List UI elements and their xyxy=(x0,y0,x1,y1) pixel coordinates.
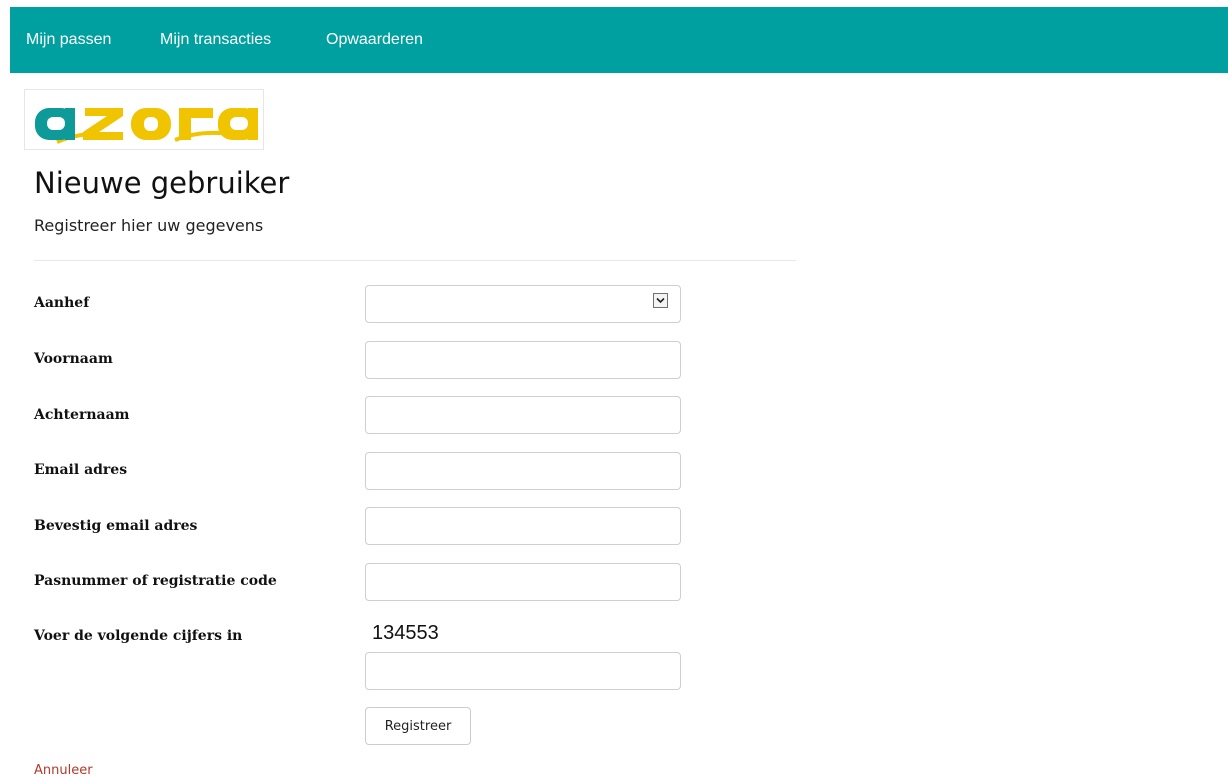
card-number-label: Pasnummer of registratie code xyxy=(34,573,277,589)
first-name-label: Voornaam xyxy=(34,351,113,367)
page: Mijn passen Mijn transacties Opwaarderen… xyxy=(0,0,1228,778)
page-title: Nieuwe gebruiker xyxy=(34,166,290,200)
salutation-select[interactable] xyxy=(365,285,681,323)
email-input[interactable] xyxy=(365,452,681,490)
email-confirm-label: Bevestig email adres xyxy=(34,518,198,534)
captcha-code: 134553 xyxy=(372,622,439,644)
salutation-label: Aanhef xyxy=(34,295,90,311)
page-subtitle: Registreer hier uw gegevens xyxy=(34,216,264,235)
nav-item-opwaarderen[interactable]: Opwaarderen xyxy=(326,31,423,49)
register-button[interactable]: Registreer xyxy=(365,707,471,745)
last-name-label: Achternaam xyxy=(34,407,130,423)
last-name-input[interactable] xyxy=(365,396,681,434)
cancel-link[interactable]: Annuleer xyxy=(34,763,93,778)
divider xyxy=(34,260,796,261)
email-label: Email adres xyxy=(34,462,128,478)
chevron-down-icon[interactable] xyxy=(653,293,668,308)
first-name-input[interactable] xyxy=(365,341,681,379)
nav-item-mijn-passen[interactable]: Mijn passen xyxy=(26,31,111,49)
captcha-label: Voer de volgende cijfers in xyxy=(34,628,243,644)
top-navbar: Mijn passen Mijn transacties Opwaarderen xyxy=(10,7,1228,73)
nav-item-mijn-transacties[interactable]: Mijn transacties xyxy=(160,31,271,49)
email-confirm-input[interactable] xyxy=(365,507,681,545)
card-number-input[interactable] xyxy=(365,563,681,601)
azora-logo[interactable] xyxy=(24,89,264,150)
captcha-input[interactable] xyxy=(365,652,681,690)
